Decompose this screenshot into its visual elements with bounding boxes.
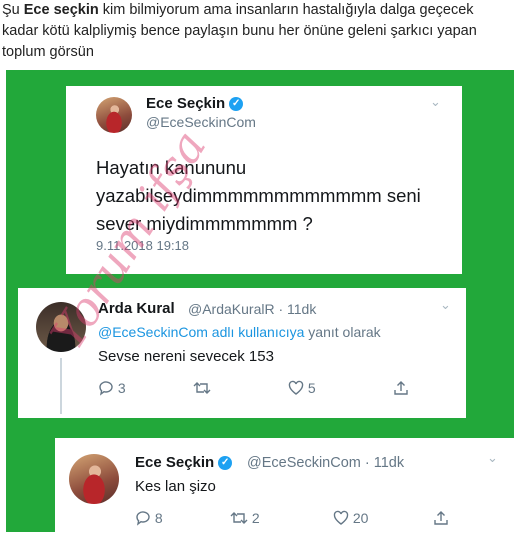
speech-bubble-icon bbox=[99, 381, 113, 396]
heart-icon bbox=[333, 510, 349, 525]
like-count: 20 bbox=[352, 510, 369, 526]
tweet-text: Hayatın kanununu yazabilseydimmmmmmmmmmm… bbox=[96, 154, 421, 238]
post-caption: Şu Ece seçkin kim bilmiyorum ama insanla… bbox=[2, 0, 507, 63]
avatar[interactable] bbox=[36, 302, 86, 352]
author-name-text: Ece Seçkin bbox=[135, 454, 215, 471]
chevron-down-icon[interactable]: ⌄ bbox=[440, 297, 451, 313]
retweet-button[interactable] bbox=[193, 380, 211, 396]
avatar[interactable] bbox=[69, 454, 119, 504]
tweet-text: Sevse nereni sevecek 153 bbox=[98, 348, 274, 365]
thread-line bbox=[60, 358, 62, 414]
tweet-text-line: yazabilseydimmmmmmmmmmmm seni bbox=[96, 185, 421, 206]
tweet-author-handle[interactable]: @EceSeckinCom bbox=[146, 114, 256, 130]
tweet-card-original: Ece Seçkin ✓ @EceSeckinCom ⌄ Hayatın kanu… bbox=[66, 86, 462, 274]
reply-suffix: yanıt olarak bbox=[304, 324, 381, 340]
reply-context: @EceSeckinCom adlı kullanıcıya yanıt ola… bbox=[98, 324, 381, 340]
tweet-actions: 3 5 bbox=[98, 380, 448, 400]
tweet-author-handle[interactable]: @ArdaKuralR · 11dk bbox=[188, 301, 316, 317]
retweet-icon bbox=[230, 512, 248, 524]
reply-to-link[interactable]: @EceSeckinCom adlı kullanıcıya bbox=[98, 324, 304, 340]
chevron-down-icon[interactable]: ⌄ bbox=[430, 94, 441, 110]
speech-bubble-icon bbox=[136, 511, 150, 526]
like-count: 5 bbox=[307, 380, 316, 396]
share-button[interactable] bbox=[433, 510, 449, 526]
share-button[interactable] bbox=[393, 380, 409, 396]
tweet-author-name[interactable]: Ece Seçkin ✓ bbox=[146, 95, 244, 112]
retweet-icon bbox=[193, 382, 211, 394]
share-icon bbox=[394, 381, 408, 395]
tweet-author-name[interactable]: Ece Seçkin ✓ bbox=[135, 454, 233, 471]
reply-count: 8 bbox=[154, 510, 163, 526]
tweet-author-handle[interactable]: @EceSeckinCom · 11dk bbox=[247, 455, 404, 471]
heart-icon bbox=[288, 380, 304, 395]
tweet-card-answer: Ece Seçkin ✓ @EceSeckinCom · 11dk ⌄ Kes l… bbox=[55, 438, 514, 538]
tweet-text-line: sever miydimmmmmmm ? bbox=[96, 213, 313, 234]
tweet-card-reply: Arda Kural @ArdaKuralR · 11dk ⌄ @EceSeck… bbox=[18, 288, 466, 418]
retweet-count: 2 bbox=[251, 510, 260, 526]
reply-button[interactable]: 8 bbox=[135, 510, 163, 526]
caption-text-start: Şu bbox=[2, 2, 24, 18]
tweet-text-line: Hayatın kanununu bbox=[96, 157, 247, 178]
share-icon bbox=[434, 511, 448, 525]
retweet-button[interactable]: 2 bbox=[230, 510, 260, 526]
tweet-author-name[interactable]: Arda Kural bbox=[98, 300, 175, 317]
caption-bold-name: Ece seçkin bbox=[23, 2, 99, 18]
reply-count: 3 bbox=[117, 380, 126, 396]
like-button[interactable]: 5 bbox=[288, 380, 316, 396]
verified-badge-icon: ✓ bbox=[218, 456, 233, 471]
chevron-down-icon[interactable]: ⌄ bbox=[487, 450, 498, 466]
verified-badge-icon: ✓ bbox=[229, 97, 244, 112]
author-name-text: Ece Seçkin bbox=[146, 95, 226, 112]
avatar[interactable] bbox=[96, 97, 132, 133]
tweet-actions: 8 2 20 bbox=[135, 510, 505, 530]
tweet-text: Kes lan şizo bbox=[135, 478, 216, 495]
tweet-timestamp[interactable]: 9.11.2018 19:18 bbox=[96, 238, 189, 253]
reply-button[interactable]: 3 bbox=[98, 380, 126, 396]
like-button[interactable]: 20 bbox=[333, 510, 368, 526]
